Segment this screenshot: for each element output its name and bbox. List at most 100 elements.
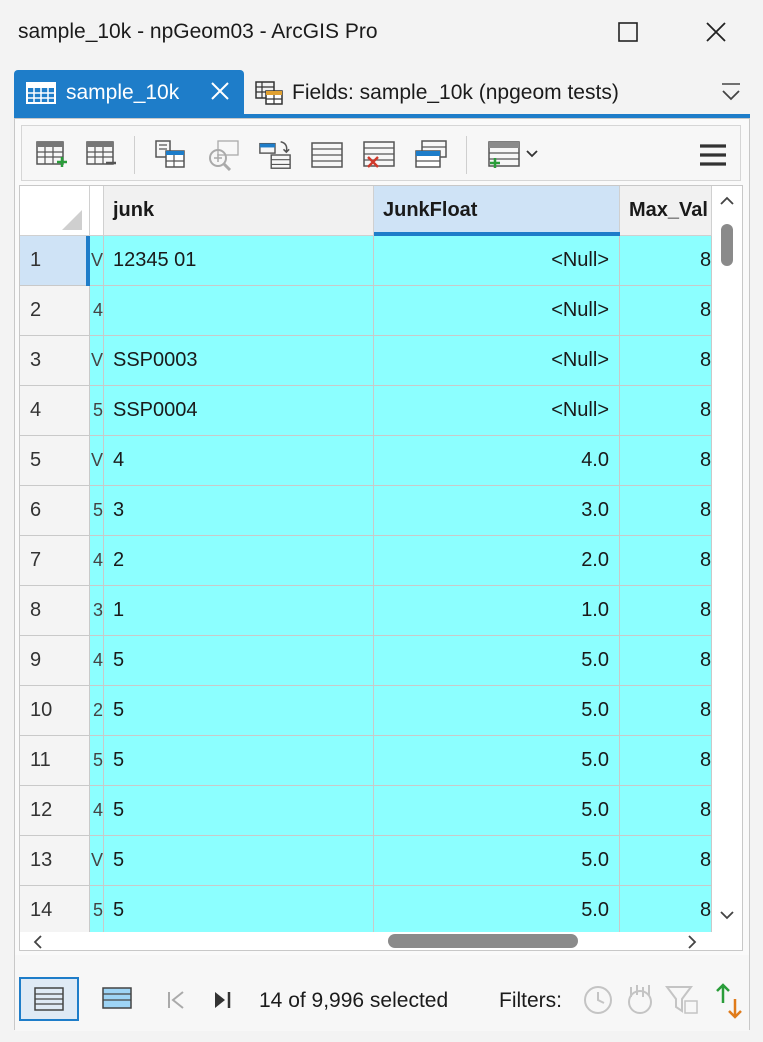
- cell-junk[interactable]: [104, 286, 374, 336]
- cell-junkfloat[interactable]: <Null>: [374, 236, 620, 286]
- clear-selection-button[interactable]: [362, 138, 396, 172]
- select-all-corner[interactable]: [20, 186, 90, 236]
- close-button[interactable]: [692, 14, 740, 50]
- show-selected-records-button[interactable]: [87, 977, 147, 1021]
- cell-max-val[interactable]: 8: [620, 636, 712, 686]
- switch-selection-button[interactable]: [258, 138, 292, 172]
- table-row[interactable]: 8 3 1 1.0 8: [20, 586, 712, 636]
- row-number[interactable]: 7: [20, 536, 90, 586]
- cell-junkfloat[interactable]: 5.0: [374, 786, 620, 836]
- add-field-button[interactable]: [34, 138, 68, 172]
- vertical-scrollbar[interactable]: [712, 186, 742, 932]
- row-number[interactable]: 5: [20, 436, 90, 486]
- cell-junk[interactable]: 12345 01: [104, 236, 374, 286]
- cell-junkfloat[interactable]: 1.0: [374, 586, 620, 636]
- scroll-down-icon[interactable]: [718, 906, 736, 924]
- cell-junk[interactable]: 2: [104, 536, 374, 586]
- row-number[interactable]: 12: [20, 786, 90, 836]
- table-row[interactable]: 7 4 2 2.0 8: [20, 536, 712, 586]
- cell-junk[interactable]: SSP0004: [104, 386, 374, 436]
- truncated-cell[interactable]: 2: [90, 686, 104, 736]
- cell-junk[interactable]: 5: [104, 786, 374, 836]
- first-record-icon[interactable]: [165, 989, 187, 1011]
- cell-max-val[interactable]: 8: [620, 586, 712, 636]
- scroll-left-icon[interactable]: [30, 934, 46, 950]
- definition-query-filter-icon[interactable]: [665, 983, 699, 1017]
- truncated-cell[interactable]: 4: [90, 536, 104, 586]
- truncated-cell[interactable]: 5: [90, 886, 104, 936]
- table-row[interactable]: 3 V SSP0003 <Null> 8: [20, 336, 712, 386]
- sort-arrows-icon[interactable]: [715, 983, 743, 1019]
- row-number[interactable]: 1: [20, 236, 90, 286]
- row-number[interactable]: 3: [20, 336, 90, 386]
- cell-junkfloat[interactable]: <Null>: [374, 386, 620, 436]
- cell-max-val[interactable]: 8: [620, 436, 712, 486]
- cell-max-val[interactable]: 8: [620, 336, 712, 386]
- tab-close-button[interactable]: [206, 79, 234, 107]
- cell-max-val[interactable]: 8: [620, 886, 712, 936]
- cell-junkfloat[interactable]: 3.0: [374, 486, 620, 536]
- truncated-cell[interactable]: V: [90, 236, 104, 286]
- table-row[interactable]: 2 4 <Null> 8: [20, 286, 712, 336]
- cell-junkfloat[interactable]: 5.0: [374, 636, 620, 686]
- cell-max-val[interactable]: 8: [620, 236, 712, 286]
- truncated-cell[interactable]: V: [90, 336, 104, 386]
- cell-max-val[interactable]: 8: [620, 286, 712, 336]
- vertical-scroll-thumb[interactable]: [721, 224, 733, 266]
- cell-junkfloat[interactable]: 5.0: [374, 836, 620, 886]
- range-filter-icon[interactable]: [623, 983, 657, 1017]
- truncated-cell[interactable]: V: [90, 836, 104, 886]
- cell-junkfloat[interactable]: 5.0: [374, 736, 620, 786]
- row-number[interactable]: 8: [20, 586, 90, 636]
- scroll-right-icon[interactable]: [684, 934, 700, 950]
- cell-junk[interactable]: 5: [104, 736, 374, 786]
- cell-max-val[interactable]: 8: [620, 536, 712, 586]
- cell-max-val[interactable]: 8: [620, 386, 712, 436]
- truncated-cell[interactable]: 5: [90, 736, 104, 786]
- cell-junk[interactable]: SSP0003: [104, 336, 374, 386]
- cell-max-val[interactable]: 8: [620, 786, 712, 836]
- horizontal-scrollbar[interactable]: [20, 932, 712, 950]
- cell-junkfloat[interactable]: 5.0: [374, 886, 620, 936]
- truncated-cell[interactable]: 3: [90, 586, 104, 636]
- truncated-cell[interactable]: 4: [90, 286, 104, 336]
- cell-junk[interactable]: 1: [104, 586, 374, 636]
- column-header-junk[interactable]: junk: [104, 186, 374, 236]
- column-header-truncated[interactable]: [90, 186, 104, 236]
- table-row[interactable]: 11 5 5 5.0 8: [20, 736, 712, 786]
- menu-button[interactable]: [696, 138, 730, 172]
- copy-selection-button[interactable]: [414, 138, 448, 172]
- zoom-to-button[interactable]: [206, 138, 240, 172]
- time-filter-icon[interactable]: [581, 983, 615, 1017]
- truncated-cell[interactable]: 5: [90, 386, 104, 436]
- cell-junk[interactable]: 5: [104, 836, 374, 886]
- truncated-cell[interactable]: V: [90, 436, 104, 486]
- cell-junkfloat[interactable]: <Null>: [374, 336, 620, 386]
- cell-junkfloat[interactable]: 4.0: [374, 436, 620, 486]
- row-number[interactable]: 11: [20, 736, 90, 786]
- cell-junk[interactable]: 5: [104, 686, 374, 736]
- table-row[interactable]: 5 V 4 4.0 8: [20, 436, 712, 486]
- cell-max-val[interactable]: 8: [620, 686, 712, 736]
- truncated-cell[interactable]: 4: [90, 786, 104, 836]
- row-number[interactable]: 13: [20, 836, 90, 886]
- table-row[interactable]: 9 4 5 5.0 8: [20, 636, 712, 686]
- cell-junkfloat[interactable]: <Null>: [374, 286, 620, 336]
- table-row[interactable]: 1 V 12345 01 <Null> 8: [20, 236, 712, 286]
- row-number[interactable]: 14: [20, 886, 90, 936]
- column-header-junkfloat[interactable]: JunkFloat: [374, 186, 620, 236]
- tab-fields[interactable]: Fields: sample_10k (npgeom tests): [254, 70, 674, 116]
- maximize-button[interactable]: [604, 14, 652, 50]
- cell-junk[interactable]: 3: [104, 486, 374, 536]
- column-header-max-val[interactable]: Max_Val: [620, 186, 712, 236]
- cell-junk[interactable]: 5: [104, 636, 374, 686]
- row-number[interactable]: 10: [20, 686, 90, 736]
- row-number[interactable]: 9: [20, 636, 90, 686]
- table-options-dropdown[interactable]: [484, 138, 546, 172]
- row-number[interactable]: 2: [20, 286, 90, 336]
- tab-sample-10k[interactable]: sample_10k: [14, 70, 244, 116]
- scroll-up-icon[interactable]: [718, 192, 736, 210]
- cell-junk[interactable]: 4: [104, 436, 374, 486]
- show-all-records-button[interactable]: [19, 977, 79, 1021]
- cell-max-val[interactable]: 8: [620, 486, 712, 536]
